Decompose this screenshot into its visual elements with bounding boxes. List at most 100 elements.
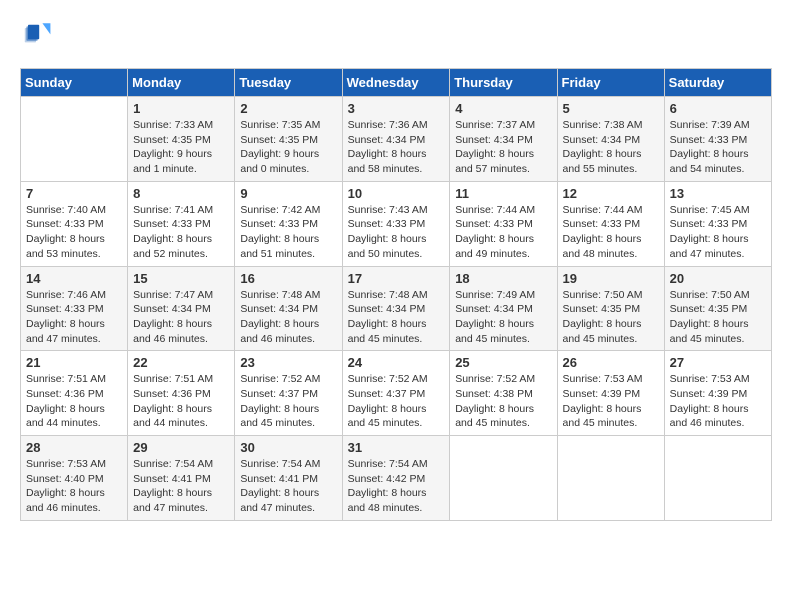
calendar-cell: 21Sunrise: 7:51 AMSunset: 4:36 PMDayligh… [21,351,128,436]
header-row: SundayMondayTuesdayWednesdayThursdayFrid… [21,69,772,97]
calendar-cell: 31 Sunrise: 7:54 AMSunset: 4:42 PMDayligh… [342,436,450,521]
page-header [20,20,772,52]
day-info: Sunrise: 7:52 AMSunset: 4:37 PMDaylight:… [240,372,336,431]
calendar-cell: 20 Sunrise: 7:50 AMSunset: 4:35 PMDayligh… [664,266,771,351]
day-number: 26 [563,355,659,370]
day-info: Sunrise: 7:47 AMSunset: 4:34 PMDaylight:… [133,288,229,347]
day-number: 11 [455,186,551,201]
calendar-cell: 6 Sunrise: 7:39 AMSunset: 4:33 PMDaylight… [664,97,771,182]
day-info: Sunrise: 7:49 AMSunset: 4:34 PMDaylight:… [455,288,551,347]
calendar-cell: 10 Sunrise: 7:43 AMSunset: 4:33 PMDayligh… [342,181,450,266]
day-number: 6 [670,101,766,116]
calendar-cell: 13Sunrise: 7:45 AMSunset: 4:33 PMDayligh… [664,181,771,266]
calendar-cell: 4 Sunrise: 7:37 AMSunset: 4:34 PMDaylight… [450,97,557,182]
calendar-cell: 29 Sunrise: 7:54 AMSunset: 4:41 PMDayligh… [128,436,235,521]
header-thursday: Thursday [450,69,557,97]
day-info: Sunrise: 7:54 AMSunset: 4:41 PMDaylight:… [133,457,229,516]
day-info: Sunrise: 7:52 AMSunset: 4:38 PMDaylight:… [455,372,551,431]
header-monday: Monday [128,69,235,97]
day-number: 7 [26,186,122,201]
day-number: 15 [133,271,229,286]
calendar-table: SundayMondayTuesdayWednesdayThursdayFrid… [20,68,772,521]
day-info: Sunrise: 7:53 AMSunset: 4:40 PMDaylight:… [26,457,122,516]
calendar-cell: 19 Sunrise: 7:50 AMSunset: 4:35 PMDayligh… [557,266,664,351]
day-info: Sunrise: 7:53 AMSunset: 4:39 PMDaylight:… [670,372,766,431]
day-number: 8 [133,186,229,201]
day-number: 30 [240,440,336,455]
day-info: Sunrise: 7:52 AMSunset: 4:37 PMDaylight:… [348,372,445,431]
header-sunday: Sunday [21,69,128,97]
calendar-cell: 2 Sunrise: 7:35 AMSunset: 4:35 PMDaylight… [235,97,342,182]
day-number: 14 [26,271,122,286]
calendar-cell: 14 Sunrise: 7:46 AMSunset: 4:33 PMDayligh… [21,266,128,351]
calendar-cell: 7Sunrise: 7:40 AMSunset: 4:33 PMDaylight… [21,181,128,266]
calendar-cell: 18Sunrise: 7:49 AMSunset: 4:34 PMDayligh… [450,266,557,351]
calendar-cell [557,436,664,521]
day-info: Sunrise: 7:54 AMSunset: 4:41 PMDaylight:… [240,457,336,516]
day-info: Sunrise: 7:36 AMSunset: 4:34 PMDaylight:… [348,118,445,177]
calendar-cell: 15 Sunrise: 7:47 AMSunset: 4:34 PMDayligh… [128,266,235,351]
day-info: Sunrise: 7:50 AMSunset: 4:35 PMDaylight:… [670,288,766,347]
calendar-cell: 1 Sunrise: 7:33 AMSunset: 4:35 PMDaylight… [128,97,235,182]
day-number: 12 [563,186,659,201]
calendar-cell: 22 Sunrise: 7:51 AMSunset: 4:36 PMDayligh… [128,351,235,436]
logo-icon [20,20,52,52]
calendar-cell: 12 Sunrise: 7:44 AMSunset: 4:33 PMDayligh… [557,181,664,266]
day-info: Sunrise: 7:33 AMSunset: 4:35 PMDaylight:… [133,118,229,177]
day-number: 10 [348,186,445,201]
day-number: 16 [240,271,336,286]
day-number: 20 [670,271,766,286]
day-number: 23 [240,355,336,370]
day-number: 4 [455,101,551,116]
day-number: 29 [133,440,229,455]
day-info: Sunrise: 7:50 AMSunset: 4:35 PMDaylight:… [563,288,659,347]
calendar-cell: 9 Sunrise: 7:42 AMSunset: 4:33 PMDaylight… [235,181,342,266]
day-number: 2 [240,101,336,116]
week-row-3: 14 Sunrise: 7:46 AMSunset: 4:33 PMDayligh… [21,266,772,351]
day-info: Sunrise: 7:35 AMSunset: 4:35 PMDaylight:… [240,118,336,177]
calendar-cell: 28Sunrise: 7:53 AMSunset: 4:40 PMDayligh… [21,436,128,521]
day-number: 19 [563,271,659,286]
day-number: 13 [670,186,766,201]
day-info: Sunrise: 7:53 AMSunset: 4:39 PMDaylight:… [563,372,659,431]
day-number: 31 [348,440,445,455]
week-row-1: 1 Sunrise: 7:33 AMSunset: 4:35 PMDaylight… [21,97,772,182]
day-info: Sunrise: 7:38 AMSunset: 4:34 PMDaylight:… [563,118,659,177]
calendar-cell: 5 Sunrise: 7:38 AMSunset: 4:34 PMDaylight… [557,97,664,182]
day-info: Sunrise: 7:48 AMSunset: 4:34 PMDaylight:… [348,288,445,347]
day-number: 9 [240,186,336,201]
calendar-cell: 27 Sunrise: 7:53 AMSunset: 4:39 PMDayligh… [664,351,771,436]
calendar-cell: 24 Sunrise: 7:52 AMSunset: 4:37 PMDayligh… [342,351,450,436]
calendar-cell: 26 Sunrise: 7:53 AMSunset: 4:39 PMDayligh… [557,351,664,436]
day-info: Sunrise: 7:37 AMSunset: 4:34 PMDaylight:… [455,118,551,177]
day-info: Sunrise: 7:39 AMSunset: 4:33 PMDaylight:… [670,118,766,177]
header-friday: Friday [557,69,664,97]
day-info: Sunrise: 7:54 AMSunset: 4:42 PMDaylight:… [348,457,445,516]
day-number: 17 [348,271,445,286]
calendar-cell: 8Sunrise: 7:41 AMSunset: 4:33 PMDaylight… [128,181,235,266]
day-number: 1 [133,101,229,116]
day-number: 5 [563,101,659,116]
day-number: 22 [133,355,229,370]
logo [20,20,56,52]
day-info: Sunrise: 7:48 AMSunset: 4:34 PMDaylight:… [240,288,336,347]
day-number: 25 [455,355,551,370]
header-saturday: Saturday [664,69,771,97]
day-info: Sunrise: 7:43 AMSunset: 4:33 PMDaylight:… [348,203,445,262]
day-info: Sunrise: 7:42 AMSunset: 4:33 PMDaylight:… [240,203,336,262]
calendar-cell [21,97,128,182]
calendar-cell: 11 Sunrise: 7:44 AMSunset: 4:33 PMDayligh… [450,181,557,266]
day-number: 27 [670,355,766,370]
calendar-cell: 23 Sunrise: 7:52 AMSunset: 4:37 PMDayligh… [235,351,342,436]
day-info: Sunrise: 7:46 AMSunset: 4:33 PMDaylight:… [26,288,122,347]
day-number: 3 [348,101,445,116]
day-number: 21 [26,355,122,370]
calendar-cell: 3 Sunrise: 7:36 AMSunset: 4:34 PMDaylight… [342,97,450,182]
week-row-2: 7Sunrise: 7:40 AMSunset: 4:33 PMDaylight… [21,181,772,266]
day-info: Sunrise: 7:51 AMSunset: 4:36 PMDaylight:… [133,372,229,431]
calendar-cell [450,436,557,521]
day-number: 24 [348,355,445,370]
day-info: Sunrise: 7:44 AMSunset: 4:33 PMDaylight:… [563,203,659,262]
day-info: Sunrise: 7:44 AMSunset: 4:33 PMDaylight:… [455,203,551,262]
calendar-cell: 25 Sunrise: 7:52 AMSunset: 4:38 PMDayligh… [450,351,557,436]
